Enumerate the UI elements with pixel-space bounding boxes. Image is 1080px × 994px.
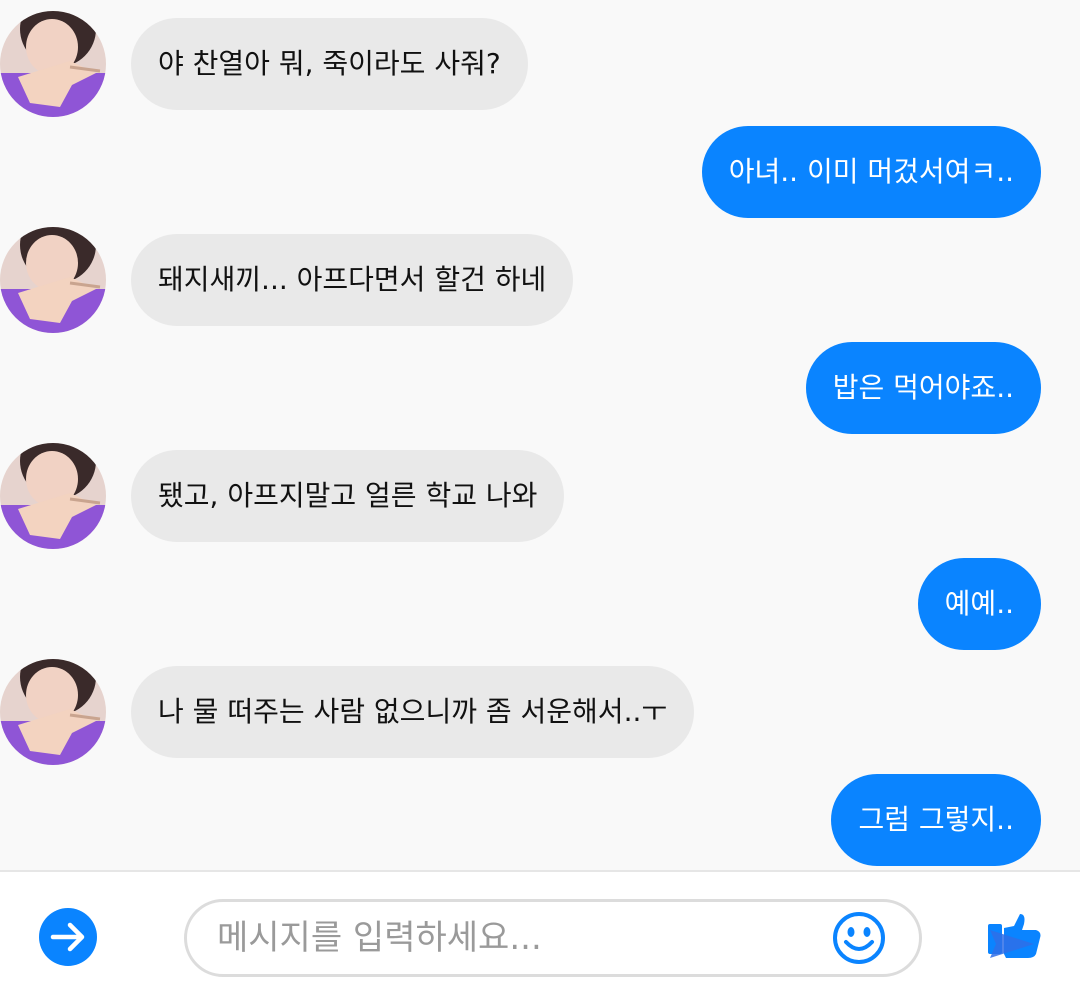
message-row-outgoing: 그럼 그렇지.. (0, 774, 1080, 866)
message-row-outgoing: 밥은 먹어야죠.. (0, 342, 1080, 434)
message-row-incoming: 돼지새끼... 아프다면서 할건 하네 (0, 227, 1080, 333)
incoming-message-bubble: 돼지새끼... 아프다면서 할건 하네 (131, 234, 574, 326)
outgoing-message-bubble: 그럼 그렇지.. (831, 774, 1041, 866)
smiley-icon[interactable] (831, 910, 887, 966)
outgoing-message-bubble: 아녀.. 이미 머겄서여ㅋ.. (701, 126, 1041, 218)
message-row-incoming: 나 물 떠주는 사람 없으니까 좀 서운해서..ㅜ (0, 659, 1080, 765)
send-thumb-icon[interactable] (984, 910, 1044, 970)
contact-avatar[interactable] (0, 227, 106, 333)
message-composer (0, 870, 1080, 994)
outgoing-message-bubble: 밥은 먹어야죠.. (805, 342, 1041, 434)
message-list: 야 찬열아 뭐, 죽이라도 사줘? 아녀.. 이미 머겄서여ㅋ.. 돼지새끼..… (0, 0, 1080, 870)
incoming-message-bubble: 야 찬열아 뭐, 죽이라도 사줘? (131, 18, 528, 110)
message-input[interactable] (217, 902, 817, 974)
contact-avatar[interactable] (0, 443, 106, 549)
arrow-right-circle-icon[interactable] (39, 908, 97, 966)
outgoing-message-bubble: 예예.. (917, 558, 1041, 650)
incoming-message-bubble: 됐고, 아프지말고 얼른 학교 나와 (131, 450, 565, 542)
message-row-incoming: 됐고, 아프지말고 얼른 학교 나와 (0, 443, 1080, 549)
contact-avatar[interactable] (0, 11, 106, 117)
contact-avatar[interactable] (0, 659, 106, 765)
incoming-message-bubble: 나 물 떠주는 사람 없으니까 좀 서운해서..ㅜ (131, 666, 695, 758)
message-row-outgoing: 아녀.. 이미 머겄서여ㅋ.. (0, 126, 1080, 218)
message-input-wrapper (184, 899, 922, 977)
message-row-outgoing: 예예.. (0, 558, 1080, 650)
message-row-incoming: 야 찬열아 뭐, 죽이라도 사줘? (0, 11, 1080, 117)
